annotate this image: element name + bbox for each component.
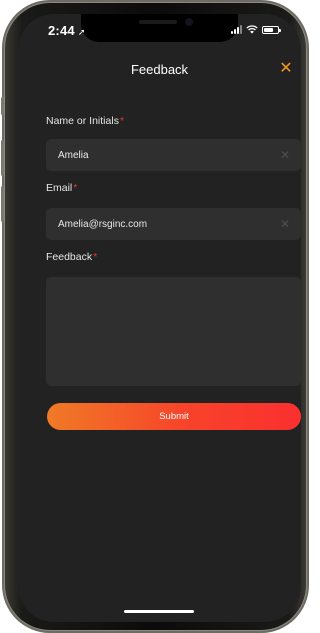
close-icon: ✕ <box>279 60 293 77</box>
status-time-text: 2:44 <box>48 23 75 38</box>
email-label-text: Email <box>46 182 73 194</box>
volume-up-button <box>1 140 4 176</box>
feedback-label-text: Feedback <box>46 251 93 263</box>
clear-email-icon[interactable]: ✕ <box>278 217 292 231</box>
email-input[interactable]: Amelia@rsginc.com ✕ <box>46 208 301 240</box>
name-input-value: Amelia <box>58 149 89 161</box>
email-input-value: Amelia@rsginc.com <box>58 218 148 230</box>
status-icons <box>231 25 281 34</box>
home-indicator[interactable] <box>124 610 194 613</box>
status-time: 2:44 ➚ <box>48 23 86 38</box>
name-input[interactable]: Amelia ✕ <box>46 139 301 171</box>
notch <box>81 14 238 42</box>
submit-button[interactable]: Submit <box>47 403 301 430</box>
signal-icon <box>231 25 242 34</box>
battery-icon <box>262 25 281 34</box>
name-label-text: Name or Initials <box>46 115 119 127</box>
app-screen: 2:44 ➚ Feedback ✕ Name or Initials* Amel… <box>18 14 301 622</box>
front-camera <box>185 18 193 26</box>
mute-switch <box>1 97 4 115</box>
phone-frame: 2:44 ➚ Feedback ✕ Name or Initials* Amel… <box>1 2 307 631</box>
stage: 2:44 ➚ Feedback ✕ Name or Initials* Amel… <box>0 0 309 633</box>
email-field-label: Email* <box>46 182 77 194</box>
required-marker: * <box>93 251 98 263</box>
required-marker: * <box>73 182 78 194</box>
name-field-label: Name or Initials* <box>46 115 124 127</box>
wifi-icon <box>246 25 258 34</box>
clear-name-icon[interactable]: ✕ <box>278 148 292 162</box>
speaker-grille <box>139 20 177 24</box>
feedback-field-label: Feedback* <box>46 251 97 263</box>
location-arrow-icon: ➚ <box>77 27 86 37</box>
feedback-textarea[interactable] <box>46 277 301 386</box>
required-marker: * <box>119 115 125 127</box>
close-button[interactable]: ✕ <box>275 58 297 80</box>
volume-down-button <box>1 186 4 222</box>
page-title: Feedback <box>130 62 189 77</box>
